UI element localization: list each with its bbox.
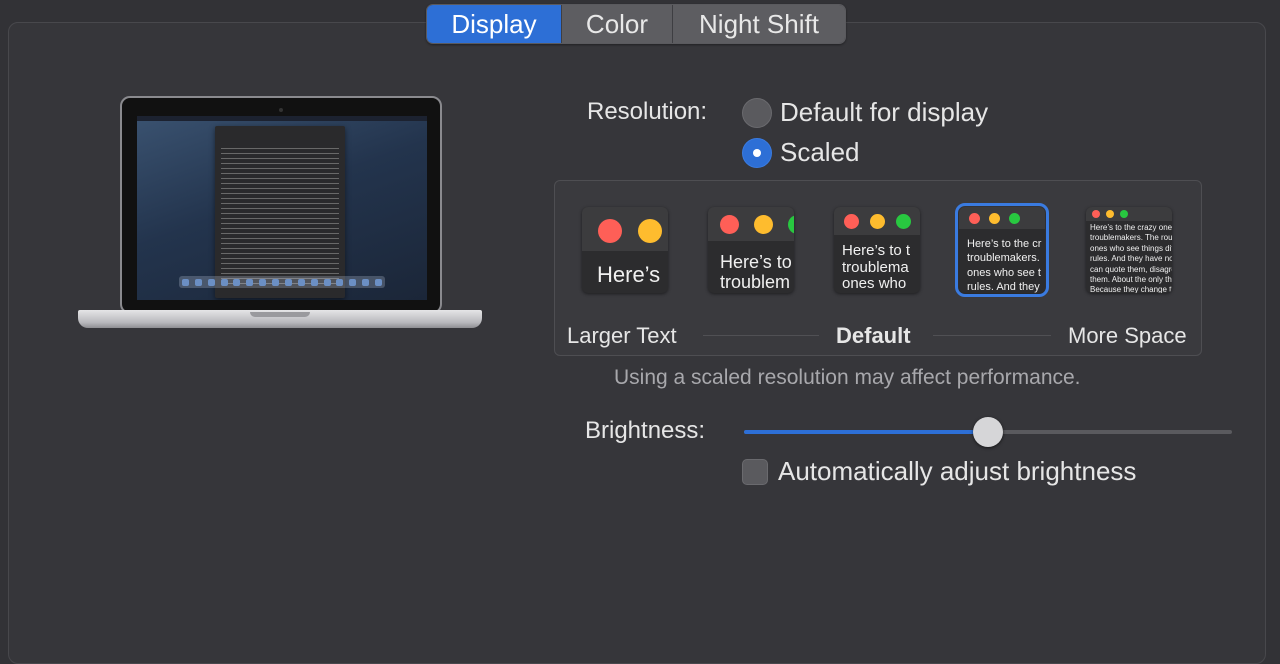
minimize-dot-icon — [754, 215, 773, 234]
tab-night-shift[interactable]: Night Shift — [672, 5, 845, 43]
dock-icon — [375, 278, 383, 286]
laptop-camera — [279, 108, 283, 112]
dock-icon — [349, 278, 357, 286]
preview-text: Here’s to the cr troublemakers. ones who… — [967, 238, 1042, 293]
scale-option-4-selected[interactable]: Here’s to the cr troublemakers. ones who… — [955, 203, 1049, 297]
brightness-slider[interactable] — [744, 417, 1232, 447]
laptop-lid — [120, 96, 442, 314]
minimize-dot-icon — [638, 219, 662, 243]
scale-label-larger-text: Larger Text — [567, 323, 677, 348]
radio-button[interactable] — [742, 137, 772, 168]
document-text-lines — [221, 148, 339, 288]
preview-text: Here’s — [597, 262, 661, 287]
zoom-dot-icon — [1009, 213, 1020, 224]
dock-icon — [323, 278, 331, 286]
screen-dock — [179, 276, 385, 288]
scale-divider-line — [933, 335, 1051, 336]
zoom-dot-icon — [1120, 210, 1128, 218]
dock-icon — [246, 278, 254, 286]
tab-display[interactable]: Display — [427, 5, 561, 43]
radio-scaled[interactable]: Scaled — [742, 137, 860, 168]
screen-menubar — [137, 116, 427, 121]
scale-option-larger-text[interactable]: Here’s — [582, 207, 668, 293]
auto-brightness-option[interactable]: Automatically adjust brightness — [742, 456, 1136, 487]
radio-label: Default for display — [780, 97, 989, 127]
resolution-label: Resolution: — [587, 98, 708, 125]
preview-text: Here’s to troublem — [720, 252, 792, 292]
auto-brightness-checkbox[interactable] — [742, 458, 768, 485]
dock-icon — [207, 278, 215, 286]
brightness-label: Brightness: — [585, 417, 706, 444]
dock-icon — [194, 278, 202, 286]
scale-label-default: Default — [836, 323, 911, 348]
laptop-notch — [250, 312, 310, 317]
minimize-dot-icon — [989, 213, 1000, 224]
close-dot-icon — [969, 213, 980, 224]
dock-icon — [272, 278, 280, 286]
close-dot-icon — [1092, 210, 1100, 218]
dock-icon — [259, 278, 267, 286]
performance-note: Using a scaled resolution may affect per… — [614, 366, 1081, 389]
scale-option-2[interactable]: Here’s to troublem — [708, 207, 794, 293]
scale-label-more-space: More Space — [1068, 323, 1187, 348]
auto-brightness-label: Automatically adjust brightness — [778, 456, 1137, 486]
dock-icon — [310, 278, 318, 286]
close-dot-icon — [844, 214, 859, 229]
radio-label: Scaled — [780, 137, 860, 167]
dock-icon — [181, 278, 189, 286]
dock-icon — [233, 278, 241, 286]
scaled-options-box: Here’s Here’s to troublem Here’s to t tr… — [554, 180, 1202, 356]
dock-icon — [362, 278, 370, 286]
dock-icon — [336, 278, 344, 286]
laptop-illustration — [78, 96, 482, 338]
tab-color[interactable]: Color — [561, 5, 672, 43]
brightness-slider-knob[interactable] — [973, 417, 1003, 447]
preview-text: Here’s to the crazy one troublemakers. T… — [1090, 223, 1172, 293]
dock-icon — [297, 278, 305, 286]
minimize-dot-icon — [1106, 210, 1114, 218]
screen-document-window — [215, 126, 345, 298]
scale-option-default[interactable]: Here’s to t troublema ones who — [834, 207, 920, 293]
brightness-slider-fill — [744, 430, 988, 434]
close-dot-icon — [598, 219, 622, 243]
laptop-screen — [137, 116, 427, 300]
zoom-dot-icon — [896, 214, 911, 229]
radio-default-for-display[interactable]: Default for display — [742, 97, 988, 128]
scale-option-more-space[interactable]: Here’s to the crazy one troublemakers. T… — [1086, 207, 1172, 293]
minimize-dot-icon — [870, 214, 885, 229]
dock-icon — [284, 278, 292, 286]
dock-icon — [220, 278, 228, 286]
close-dot-icon — [720, 215, 739, 234]
scale-divider-line — [703, 335, 819, 336]
preview-text: Here’s to t troublema ones who — [842, 242, 911, 292]
radio-button[interactable] — [742, 97, 772, 128]
tab-bar: Display Color Night Shift — [426, 4, 846, 44]
